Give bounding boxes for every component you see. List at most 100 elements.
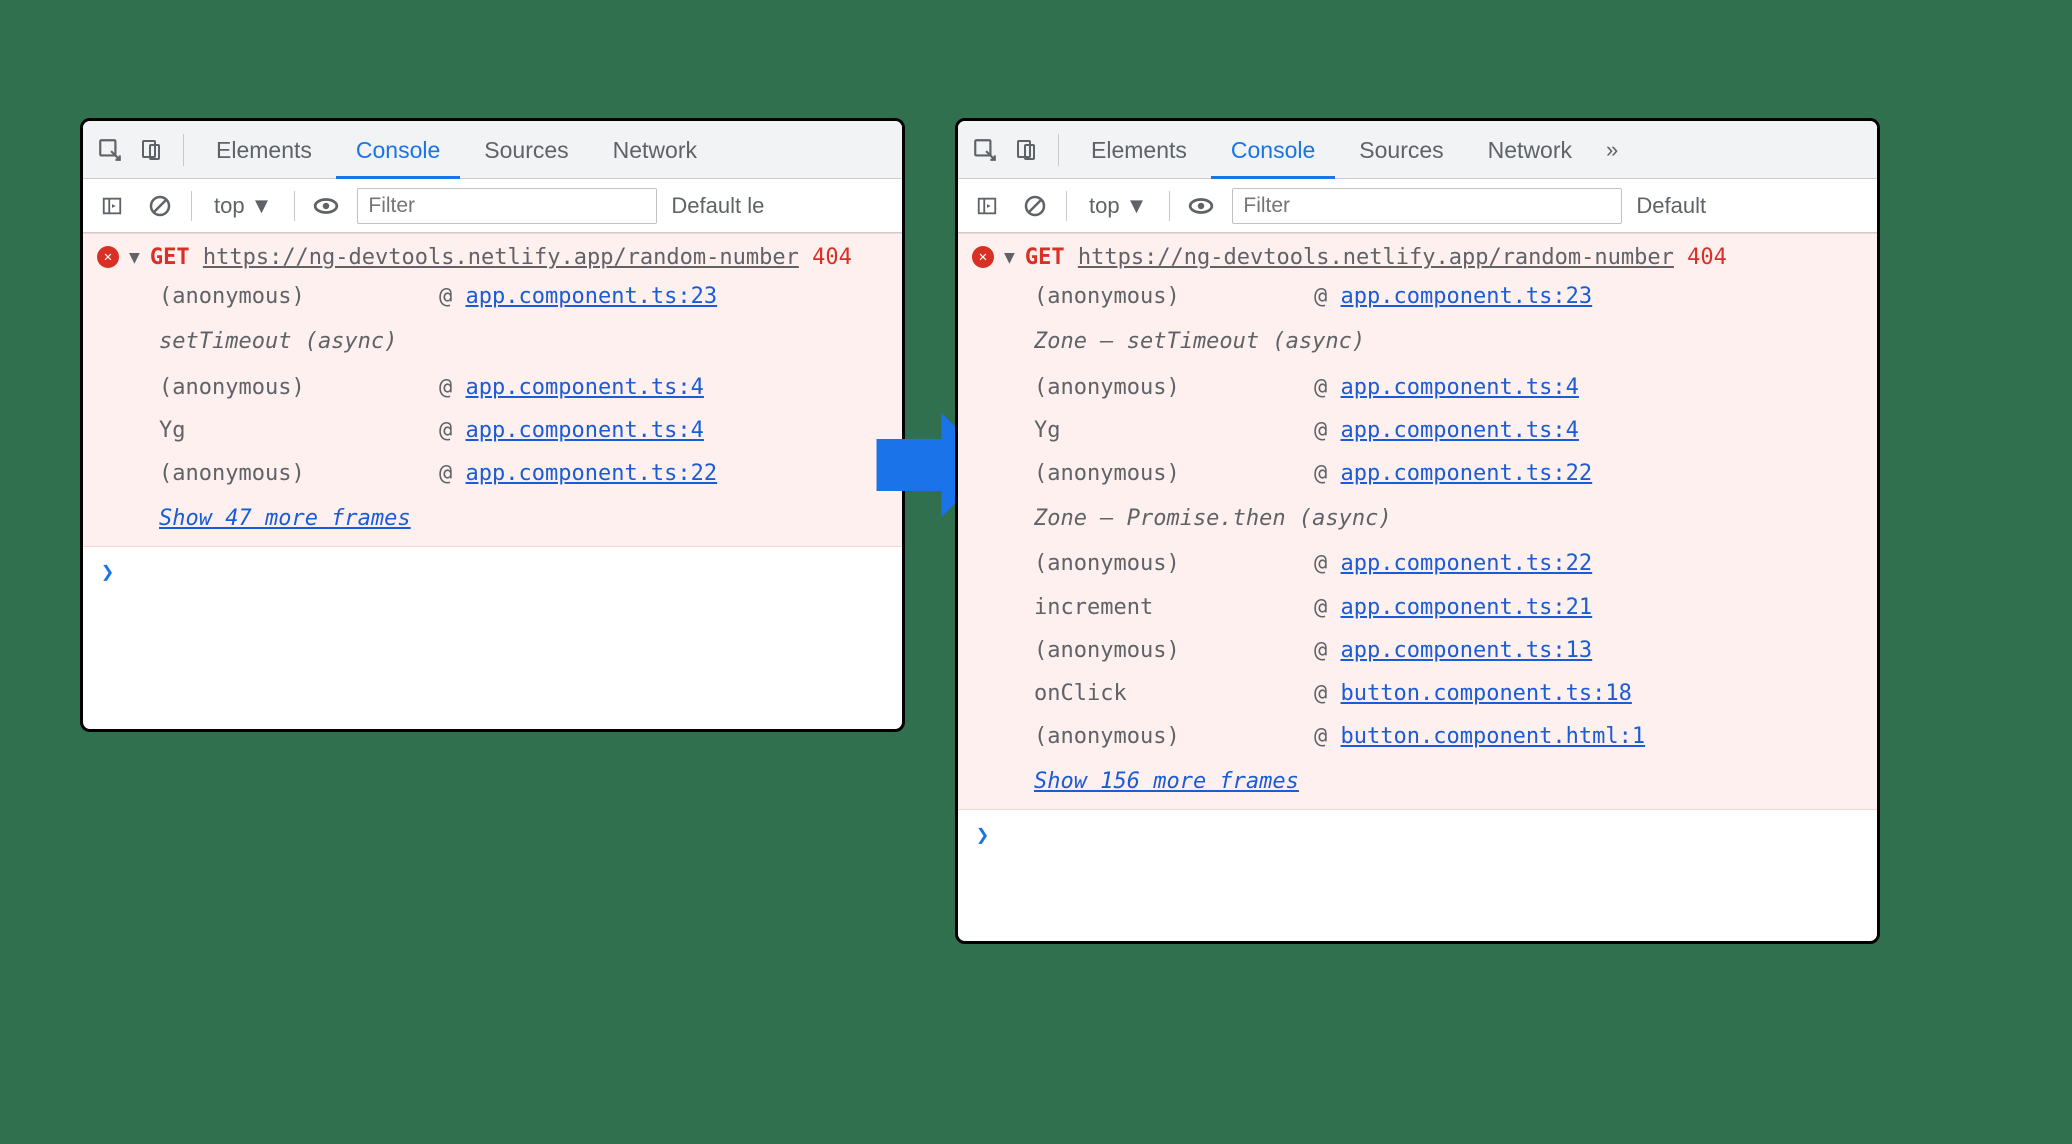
source-link[interactable]: app.component.ts:22 [466, 461, 718, 486]
more-tabs-icon[interactable]: » [1596, 137, 1628, 163]
show-more-frames-link[interactable]: Show 156 more frames [1034, 769, 1299, 794]
tab-network[interactable]: Network [1468, 121, 1592, 179]
tab-console[interactable]: Console [336, 121, 460, 179]
stack-frame-source: @ app.component.ts:21 [1314, 590, 1863, 625]
clear-console-icon[interactable] [1018, 189, 1052, 223]
stack-frame-source: @ app.component.ts:4 [1314, 413, 1863, 448]
stack-frame-source: @ app.component.ts:4 [439, 413, 888, 448]
dropdown-caret-icon: ▼ [1126, 193, 1148, 219]
source-link[interactable]: app.component.ts:4 [1341, 375, 1579, 400]
stack-frame-source: @ app.component.ts:22 [1314, 546, 1863, 581]
disclosure-triangle-icon[interactable]: ▼ [1004, 244, 1015, 273]
source-link[interactable]: app.component.ts:23 [466, 284, 718, 309]
stack-frame-fn: Yg [159, 413, 439, 448]
console-toolbar: top ▼ Default le [83, 179, 902, 233]
console-body: ✕ ▼ GET https://ng-devtools.netlify.app/… [958, 233, 1877, 862]
source-link[interactable]: app.component.ts:22 [1341, 551, 1593, 576]
source-link[interactable]: app.component.ts:4 [466, 375, 704, 400]
error-summary: GET https://ng-devtools.netlify.app/rand… [150, 240, 888, 275]
console-prompt[interactable]: ❯ [83, 547, 902, 598]
dropdown-caret-icon: ▼ [251, 193, 273, 219]
prompt-chevron-icon: ❯ [976, 823, 989, 848]
separator [1058, 134, 1059, 166]
disclosure-triangle-icon[interactable]: ▼ [129, 244, 140, 273]
stack-frame-fn: (anonymous) [1034, 633, 1314, 668]
stack-frame-fn: onClick [1034, 676, 1314, 711]
stack-frame-source: @ app.component.ts:22 [439, 456, 888, 491]
status-code: 404 [812, 245, 852, 270]
stack-async-label: Zone – setTimeout (async) [1034, 322, 1863, 361]
source-link[interactable]: app.component.ts:4 [1341, 418, 1579, 443]
tab-console[interactable]: Console [1211, 121, 1335, 179]
stack-frame-fn: Yg [1034, 413, 1314, 448]
stack-frame-source: @ app.component.ts:22 [1314, 456, 1863, 491]
source-link[interactable]: button.component.html:1 [1341, 724, 1646, 749]
tab-sources[interactable]: Sources [1339, 121, 1463, 179]
console-toolbar: top ▼ Default [958, 179, 1877, 233]
device-toggle-icon[interactable] [133, 131, 171, 169]
stack-frame-fn: (anonymous) [1034, 546, 1314, 581]
stack-frame-source: @ app.component.ts:13 [1314, 633, 1863, 668]
stack-frame-fn: increment [1034, 590, 1314, 625]
stack-frame-fn: (anonymous) [1034, 456, 1314, 491]
toggle-sidebar-icon[interactable] [95, 189, 129, 223]
tab-elements[interactable]: Elements [1071, 121, 1207, 179]
source-link[interactable]: app.component.ts:21 [1341, 595, 1593, 620]
stack-frame-fn: (anonymous) [1034, 279, 1314, 314]
error-icon: ✕ [97, 246, 119, 268]
stack-frame-fn: (anonymous) [159, 279, 439, 314]
source-link[interactable]: app.component.ts:22 [1341, 461, 1593, 486]
error-icon: ✕ [972, 246, 994, 268]
filter-input[interactable] [357, 188, 657, 224]
toggle-sidebar-icon[interactable] [970, 189, 1004, 223]
separator [1066, 191, 1067, 221]
context-selector[interactable]: top ▼ [206, 193, 280, 219]
inspect-icon[interactable] [966, 131, 1004, 169]
console-error-entry: ✕ ▼ GET https://ng-devtools.netlify.app/… [83, 233, 902, 547]
filter-input[interactable] [1232, 188, 1622, 224]
console-body: ✕ ▼ GET https://ng-devtools.netlify.app/… [83, 233, 902, 599]
inspect-icon[interactable] [91, 131, 129, 169]
stack-frame-source: @ app.component.ts:23 [439, 279, 888, 314]
stack-frame-source: @ button.component.ts:18 [1314, 676, 1863, 711]
stack-trace: (anonymous)@ app.component.ts:23setTimeo… [97, 275, 888, 536]
separator [1169, 191, 1170, 221]
error-summary: GET https://ng-devtools.netlify.app/rand… [1025, 240, 1863, 275]
live-expression-icon[interactable] [1184, 189, 1218, 223]
tab-elements[interactable]: Elements [196, 121, 332, 179]
stack-frame-source: @ app.component.ts:4 [1314, 370, 1863, 405]
stack-frame-source: @ app.component.ts:4 [439, 370, 888, 405]
stack-frame-source: @ app.component.ts:23 [1314, 279, 1863, 314]
console-prompt[interactable]: ❯ [958, 810, 1877, 861]
log-level-selector[interactable]: Default [1636, 193, 1706, 219]
live-expression-icon[interactable] [309, 189, 343, 223]
stack-frame-fn: (anonymous) [1034, 370, 1314, 405]
source-link[interactable]: app.component.ts:13 [1341, 638, 1593, 663]
context-selector[interactable]: top ▼ [1081, 193, 1155, 219]
http-method: GET [1025, 245, 1065, 270]
context-label: top [214, 193, 245, 219]
tab-sources[interactable]: Sources [464, 121, 588, 179]
devtools-window-after: Elements Console Sources Network » top ▼… [955, 118, 1880, 944]
error-url[interactable]: https://ng-devtools.netlify.app/random-n… [1078, 245, 1674, 270]
stack-frame-fn: (anonymous) [159, 456, 439, 491]
tab-network[interactable]: Network [593, 121, 717, 179]
separator [183, 134, 184, 166]
stack-frame-fn: (anonymous) [1034, 719, 1314, 754]
source-link[interactable]: app.component.ts:4 [466, 418, 704, 443]
error-url[interactable]: https://ng-devtools.netlify.app/random-n… [203, 245, 799, 270]
context-label: top [1089, 193, 1120, 219]
console-error-entry: ✕ ▼ GET https://ng-devtools.netlify.app/… [958, 233, 1877, 810]
devtools-window-before: Elements Console Sources Network top ▼ D… [80, 118, 905, 732]
stack-frame-source: @ button.component.html:1 [1314, 719, 1863, 754]
device-toggle-icon[interactable] [1008, 131, 1046, 169]
separator [191, 191, 192, 221]
devtools-tabbar: Elements Console Sources Network » [958, 121, 1877, 179]
log-level-selector[interactable]: Default le [671, 193, 764, 219]
source-link[interactable]: app.component.ts:23 [1341, 284, 1593, 309]
clear-console-icon[interactable] [143, 189, 177, 223]
source-link[interactable]: button.component.ts:18 [1341, 681, 1632, 706]
devtools-tabbar: Elements Console Sources Network [83, 121, 902, 179]
show-more-frames-link[interactable]: Show 47 more frames [159, 506, 411, 531]
stack-frame-fn: (anonymous) [159, 370, 439, 405]
